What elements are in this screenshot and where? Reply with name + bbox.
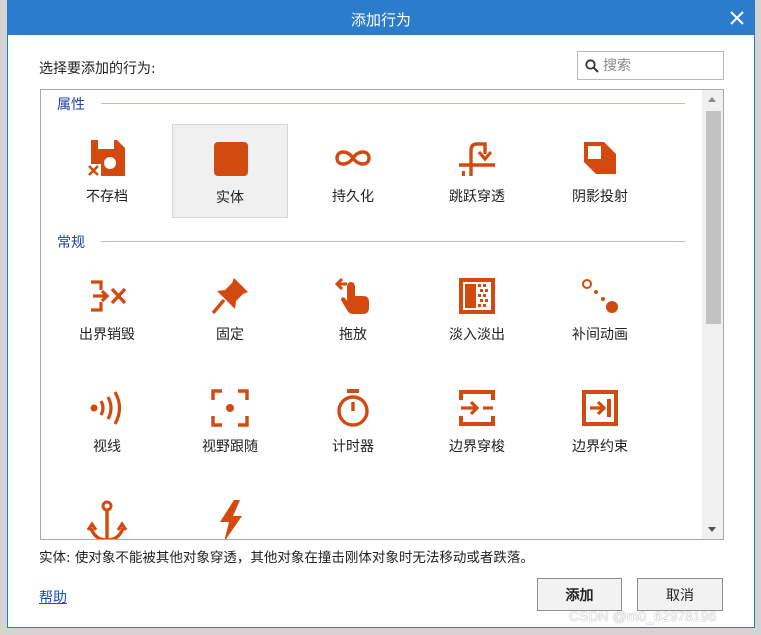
drag-drop-icon bbox=[334, 277, 369, 314]
search-box[interactable] bbox=[577, 51, 724, 80]
category-divider bbox=[101, 103, 685, 104]
behavior-anchor[interactable] bbox=[49, 486, 165, 539]
prompt-label: 选择要添加的行为: bbox=[39, 61, 156, 77]
behavior-persist[interactable]: 持久化 bbox=[295, 124, 411, 218]
scroll-up-icon[interactable] bbox=[708, 97, 716, 102]
category-title-properties: 属性 bbox=[57, 97, 85, 113]
behavior-label: 淡入淡出 bbox=[449, 327, 505, 343]
behavior-description: 实体: 使对象不能被其他对象穿透，其他对象在撞击刚体对象时无法移动或者跌落。 bbox=[39, 550, 534, 566]
behavior-pin[interactable]: 固定 bbox=[172, 262, 288, 356]
behavior-lightning[interactable] bbox=[172, 486, 288, 539]
add-button[interactable]: 添加 bbox=[537, 578, 622, 611]
search-input[interactable] bbox=[603, 55, 718, 76]
behavior-label: 不存档 bbox=[86, 189, 128, 205]
behavior-line-of-sight[interactable]: 视线 bbox=[49, 374, 165, 468]
shadow-cast-icon bbox=[584, 142, 616, 174]
scrollbar-thumb[interactable] bbox=[706, 111, 721, 324]
behavior-nosave[interactable]: 不存档 bbox=[49, 124, 165, 218]
behavior-shadowcaster[interactable]: 阴影投射 bbox=[542, 124, 658, 218]
floppy-x-icon bbox=[87, 140, 125, 178]
help-link[interactable]: 帮助 bbox=[39, 587, 67, 607]
jump-through-icon bbox=[459, 142, 495, 176]
behavior-list-content: 属性 不存档 实体 持久化 跳跃穿透 阴影投射 常规 出界销毁 固定 拖放 淡入… bbox=[41, 90, 701, 539]
scroll-to-icon bbox=[211, 389, 249, 427]
behavior-label: 阴影投射 bbox=[572, 189, 628, 205]
behavior-label: 视线 bbox=[93, 439, 121, 455]
behavior-timer[interactable]: 计时器 bbox=[295, 374, 411, 468]
add-behavior-dialog: 添加行为 选择要添加的行为: 属性 不存档 bbox=[7, 0, 755, 628]
fade-icon bbox=[459, 278, 495, 314]
behavior-label: 边界约束 bbox=[572, 439, 628, 455]
close-icon[interactable] bbox=[728, 9, 746, 27]
behavior-fade[interactable]: 淡入淡出 bbox=[419, 262, 535, 356]
behavior-tween[interactable]: 补间动画 bbox=[542, 262, 658, 356]
dialog-title: 添加行为 bbox=[350, 11, 411, 29]
behavior-bound-to-layout[interactable]: 边界约束 bbox=[542, 374, 658, 468]
bound-to-layout-icon bbox=[582, 390, 618, 426]
watermark: CSDN @m0_62978196 bbox=[569, 608, 717, 624]
behavior-label: 持久化 bbox=[332, 189, 374, 205]
infinity-icon bbox=[335, 150, 371, 166]
list-scrollbar[interactable] bbox=[702, 90, 723, 539]
timer-icon bbox=[337, 389, 369, 427]
tween-icon bbox=[582, 279, 618, 313]
destroy-outside-icon bbox=[91, 280, 127, 312]
behavior-label: 实体 bbox=[216, 190, 244, 206]
behavior-label: 跳跃穿透 bbox=[449, 189, 505, 205]
wrap-icon bbox=[459, 390, 495, 426]
behavior-dragdrop[interactable]: 拖放 bbox=[295, 262, 411, 356]
behavior-label: 补间动画 bbox=[572, 327, 628, 343]
category-title-general: 常规 bbox=[57, 235, 85, 251]
pin-icon bbox=[211, 278, 248, 315]
behavior-destroy-outside[interactable]: 出界销毁 bbox=[49, 262, 165, 356]
line-of-sight-icon bbox=[90, 391, 122, 425]
title-bar: 添加行为 bbox=[8, 1, 754, 35]
behavior-label: 计时器 bbox=[332, 439, 374, 455]
behavior-label: 固定 bbox=[216, 327, 244, 343]
lightning-icon bbox=[220, 500, 242, 539]
behavior-list: 属性 不存档 实体 持久化 跳跃穿透 阴影投射 常规 出界销毁 固定 拖放 淡入… bbox=[40, 89, 724, 540]
anchor-icon bbox=[87, 500, 127, 539]
behavior-label: 边界穿梭 bbox=[449, 439, 505, 455]
category-divider bbox=[101, 241, 685, 242]
behavior-scroll-to[interactable]: 视野跟随 bbox=[172, 374, 288, 468]
search-icon bbox=[585, 59, 599, 73]
behavior-solid[interactable]: 实体 bbox=[172, 124, 288, 218]
cancel-button[interactable]: 取消 bbox=[637, 578, 723, 611]
behavior-label: 视野跟随 bbox=[202, 439, 258, 455]
solid-square-icon bbox=[214, 142, 248, 176]
scroll-down-icon[interactable] bbox=[708, 527, 716, 532]
behavior-label: 出界销毁 bbox=[79, 327, 135, 343]
behavior-label: 拖放 bbox=[339, 327, 367, 343]
behavior-jumpthru[interactable]: 跳跃穿透 bbox=[419, 124, 535, 218]
behavior-wrap[interactable]: 边界穿梭 bbox=[419, 374, 535, 468]
